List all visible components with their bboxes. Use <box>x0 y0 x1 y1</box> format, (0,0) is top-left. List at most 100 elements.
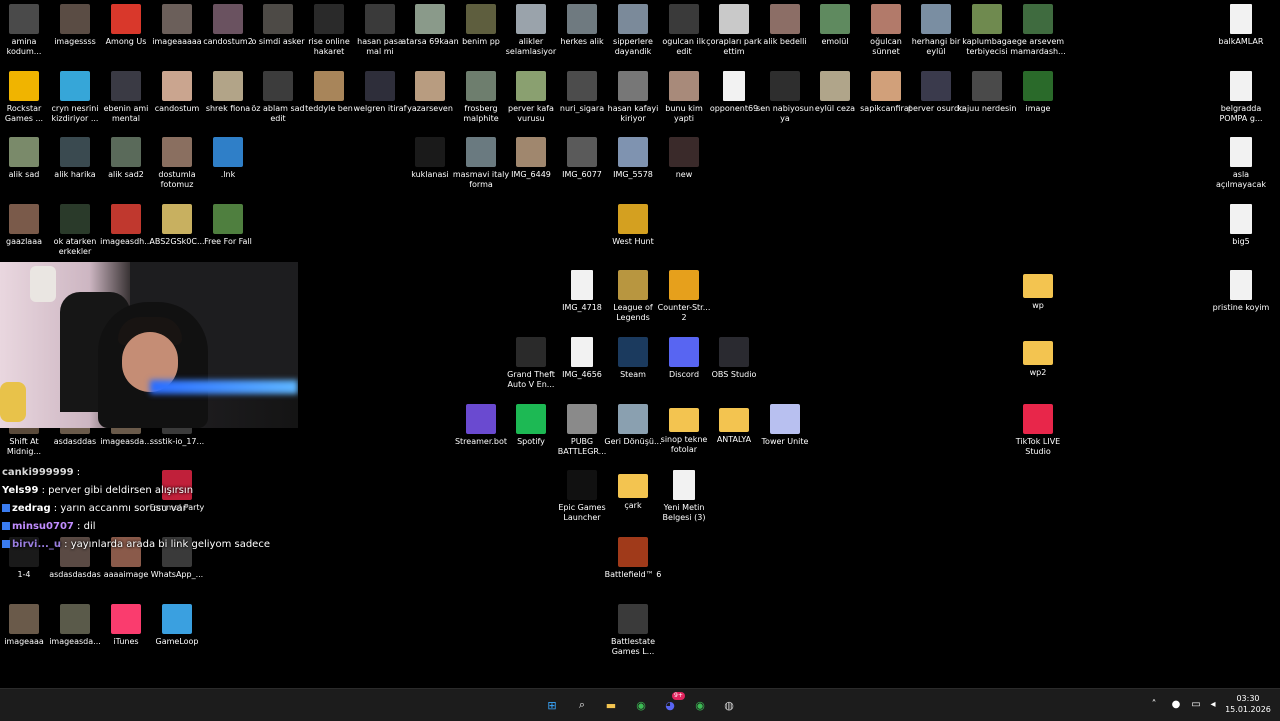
desktop-icon[interactable]: Free For Fall <box>203 204 253 247</box>
desktop-icon[interactable]: IMG_4656 <box>557 337 607 380</box>
desktop-icon[interactable]: IMG_6449 <box>506 137 556 180</box>
speaker-icon[interactable]: ◂ <box>1207 699 1219 711</box>
desktop-icon[interactable]: çark <box>608 470 658 511</box>
desktop-icon[interactable]: asla açılmayacak <box>1216 137 1266 190</box>
desktop-icon[interactable]: herhangi bir eylül <box>911 4 961 57</box>
desktop-icon[interactable]: West Hunt <box>608 204 658 247</box>
desktop-icon[interactable]: kaplumbaga terbiyecisi <box>962 4 1012 57</box>
desktop-icon[interactable]: atarsa 69kaan <box>401 4 459 47</box>
desktop-icon[interactable]: OBS Studio <box>709 337 759 380</box>
desktop-icon[interactable]: masmavi italy forma <box>453 137 509 190</box>
desktop-icon[interactable]: sapikcanfirat <box>860 71 912 114</box>
desktop-icon[interactable]: Streamer.bot <box>455 404 507 447</box>
desktop-icon[interactable]: amina kodum... <box>0 4 49 57</box>
desktop-icon[interactable]: Battlefield™ 6 <box>605 537 661 580</box>
obs-icon[interactable]: ◍ <box>719 695 739 715</box>
desktop-icon[interactable]: wp <box>1013 270 1063 311</box>
desktop-icon[interactable]: eylül ceza <box>810 71 860 114</box>
desktop-icon[interactable]: oğulcan sünnet <box>861 4 911 57</box>
desktop-icon[interactable]: ANTALYA <box>709 404 759 445</box>
desktop-icon[interactable]: imageasda... <box>49 604 101 647</box>
desktop-icon[interactable]: emolül <box>810 4 860 47</box>
desktop-icon[interactable]: sinop tekne fotolar <box>659 404 709 455</box>
desktop-icon[interactable]: Among Us <box>101 4 151 47</box>
explorer-icon[interactable]: ▬ <box>601 695 621 715</box>
desktop-icon[interactable]: frosberg malphite <box>456 71 506 124</box>
desktop-icon[interactable]: hasan pasa mal mi <box>355 4 405 57</box>
desktop-icon[interactable]: IMG_5578 <box>608 137 658 180</box>
desktop-icon[interactable]: belgradda POMPA g... <box>1216 71 1266 124</box>
desktop-icon[interactable]: new <box>659 137 709 180</box>
chrome-icon[interactable]: ◉ <box>631 695 651 715</box>
desktop-icon[interactable]: bunu kim yapti <box>659 71 709 124</box>
clock[interactable]: 03:30 15.01.2026 <box>1220 693 1276 715</box>
desktop-icon[interactable]: alik bedelli <box>760 4 810 47</box>
desktop-icon[interactable]: Epic Games Launcher <box>557 470 607 523</box>
desktop-icon[interactable]: GameLoop <box>152 604 202 647</box>
desktop-icon[interactable]: big5 <box>1216 204 1266 247</box>
desktop-icon[interactable]: pristine koyim <box>1213 270 1269 313</box>
desktop-icon[interactable]: kuklanasi <box>405 137 455 180</box>
chrome2-icon[interactable]: ◉ <box>690 695 710 715</box>
desktop-icon[interactable]: wp2 <box>1013 337 1063 378</box>
desktop-icon[interactable]: candostum <box>152 71 202 114</box>
start-icon[interactable]: ⊞ <box>542 695 562 715</box>
desktop-icon[interactable]: balkAMLAR <box>1216 4 1266 47</box>
desktop-icon[interactable]: cryn nesrini kizdiriyor ... <box>50 71 100 124</box>
desktop-icon[interactable]: o simdi asker <box>251 4 305 47</box>
desktop-icon[interactable]: Yeni Metin Belgesi (3) <box>659 470 709 523</box>
desktop-icon[interactable]: Steam <box>608 337 658 380</box>
desktop-icon[interactable]: imageasdh... <box>100 204 152 247</box>
desktop-icon[interactable]: Discord <box>659 337 709 380</box>
desktop-icon[interactable]: imageaaaaa <box>152 4 202 47</box>
desktop-icon[interactable]: benim pp <box>456 4 506 47</box>
chevron-up-icon[interactable]: ˄ <box>1148 699 1160 711</box>
desktop-icon[interactable]: kajuu nerdesin <box>958 71 1016 114</box>
desktop-icon[interactable]: sen nabiyosun ya <box>756 71 814 124</box>
desktop-icon[interactable]: ege arsevem mamardash... <box>1010 4 1066 57</box>
desktop-icon[interactable]: alikler selamlasiyor <box>506 4 556 57</box>
desktop-icon[interactable]: Battlestate Games L... <box>608 604 658 657</box>
desktop-icon[interactable]: imagessss <box>50 4 100 47</box>
network-icon[interactable]: ▭ <box>1190 699 1202 711</box>
desktop-icon[interactable]: welgren itiraf <box>353 71 407 114</box>
desktop-icon[interactable]: Grand Theft Auto V En... <box>506 337 556 390</box>
desktop-icon[interactable]: TikTok LIVE Studio <box>1013 404 1063 457</box>
desktop-icon[interactable]: dostumla fotomuz <box>152 137 202 190</box>
desktop-icon[interactable]: alik sad2 <box>101 137 151 180</box>
desktop-icon[interactable]: sipperlere dayandik <box>608 4 658 57</box>
desktop-icon[interactable]: ogulcan ilk edit <box>659 4 709 57</box>
desktop-icon[interactable]: shrek fiona <box>203 71 253 114</box>
desktop-icon[interactable]: rise online hakaret <box>304 4 354 57</box>
desktop-icon[interactable]: .lnk <box>203 137 253 180</box>
desktop-icon[interactable]: Tower Unite <box>760 404 810 447</box>
desktop-icon[interactable]: Geri Dönüşü... <box>604 404 662 447</box>
desktop-icon[interactable]: yazarseven <box>405 71 455 114</box>
desktop-icon[interactable]: hasan kafayi kiriyor <box>608 71 658 124</box>
desktop-icon[interactable]: image <box>1013 71 1063 114</box>
desktop-icon[interactable]: ebenin ami mental <box>101 71 151 124</box>
desktop-icon[interactable]: ABS2GSk0C... <box>149 204 205 247</box>
desktop-icon[interactable]: Spotify <box>506 404 556 447</box>
desktop-icon[interactable]: perver kafa vurusu <box>506 71 556 124</box>
desktop-icon[interactable]: alik harika <box>50 137 100 180</box>
desktop-icon[interactable]: teddyle ben <box>304 71 354 114</box>
desktop-icon[interactable]: PUBG BATTLEGR... <box>557 404 607 457</box>
desktop-icon[interactable]: imageaaa <box>0 604 49 647</box>
desktop-icon[interactable]: IMG_4718 <box>557 270 607 313</box>
desktop-icon[interactable]: gaazlaaa <box>0 204 49 247</box>
desktop-icon[interactable]: nuri_sigara <box>557 71 607 114</box>
desktop-icon[interactable]: perver osurdu <box>908 71 964 114</box>
desktop-icon[interactable]: alik sad <box>0 137 49 180</box>
desktop-icon[interactable]: Rockstar Games ... <box>0 71 49 124</box>
desktop-icon[interactable]: candostum2 <box>203 4 253 47</box>
desktop-icon[interactable]: League of Legends <box>608 270 658 323</box>
desktop-icon[interactable]: IMG_6077 <box>557 137 607 180</box>
desktop-icon[interactable]: öz ablam sad edit <box>251 71 305 124</box>
microphone-icon[interactable]: ● <box>1170 699 1182 711</box>
desktop-icon[interactable]: ok atarken erkekler <box>50 204 100 257</box>
desktop-icon[interactable]: herkes alik <box>557 4 607 47</box>
desktop-icon[interactable]: iTunes <box>101 604 151 647</box>
desktop-icon[interactable]: opponent69 <box>709 71 759 114</box>
search-icon[interactable]: ⌕ <box>572 695 592 715</box>
